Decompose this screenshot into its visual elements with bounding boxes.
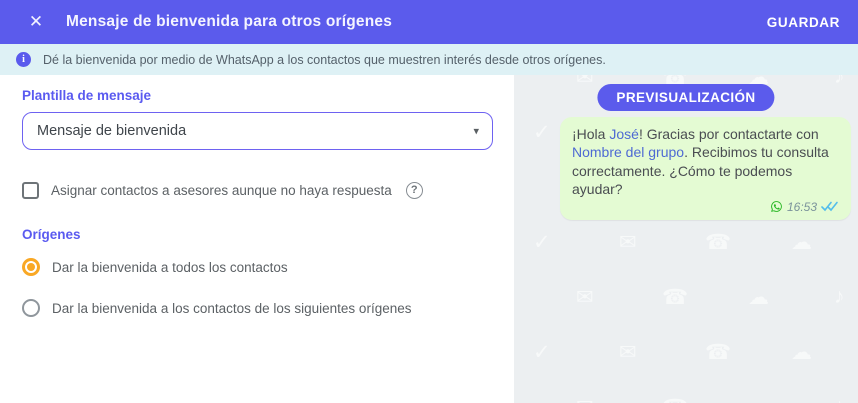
wallpaper-doodle-icon: ♪ [834, 75, 845, 88]
template-select-value: Mensaje de bienvenida [37, 123, 187, 139]
save-button[interactable]: GUARDAR [763, 0, 844, 44]
message-text: ! Gracias por contactarte con [638, 126, 819, 142]
radio-unselected-icon[interactable] [22, 299, 40, 317]
radio-selected-icon[interactable] [22, 258, 40, 276]
origin-option-all[interactable]: Dar la bienvenida a todos los contactos [22, 258, 288, 276]
wallpaper-doodle-icon: ✉ [619, 341, 637, 364]
wallpaper-doodle-icon: ✉ [619, 231, 637, 254]
chat-message-text: ¡Hola José! Gracias por contactarte con … [572, 125, 839, 199]
message-variable: Nombre del grupo [572, 144, 685, 161]
wallpaper-doodle-icon: ☎ [705, 231, 732, 254]
template-label: Plantilla de mensaje [22, 88, 152, 103]
question-circle-icon[interactable]: ? [405, 182, 423, 199]
wallpaper-doodle-icon: ♪ [834, 285, 845, 308]
modal-header: ✕ Mensaje de bienvenida para otros oríge… [0, 0, 858, 44]
wallpaper-doodle-icon: ♪ [834, 395, 845, 403]
template-select[interactable]: Mensaje de bienvenida ▾ [22, 112, 493, 150]
chat-bubble: ¡Hola José! Gracias por contactarte con … [560, 117, 851, 220]
wallpaper-doodle-icon: ✉ [576, 75, 594, 89]
wallpaper-doodle-icon: ☁ [748, 395, 769, 403]
double-check-icon [821, 202, 838, 212]
origin-option-specific-label: Dar la bienvenida a los contactos de los… [52, 300, 412, 316]
whatsapp-icon [771, 201, 782, 213]
origin-option-all-label: Dar la bienvenida a todos los contactos [52, 259, 288, 275]
wallpaper-doodle-icon: ☁ [748, 286, 769, 309]
assign-checkbox-row[interactable]: Asignar contactos a asesores aunque no h… [22, 182, 423, 199]
chat-message-meta: 16:53 [572, 200, 839, 214]
wallpaper-doodle-icon: ✉ [576, 286, 594, 309]
wallpaper-doodle-icon: ☁ [791, 341, 812, 364]
info-icon: i [16, 52, 31, 67]
info-banner-text: Dé la bienvenida por medio de WhatsApp a… [43, 52, 606, 67]
wallpaper-doodle-icon: ☁ [791, 231, 812, 254]
caret-down-icon: ▾ [473, 125, 479, 138]
settings-form-panel: Plantilla de mensaje Mensaje de bienveni… [0, 75, 514, 403]
message-variable: José [609, 126, 639, 142]
modal-title: Mensaje de bienvenida para otros orígene… [66, 13, 393, 30]
whatsapp-preview-panel: ✓✉☎☁♪⌂✓✉☎☁♪⌂✓✉☎☁♪⌂✓✉☎☁♪⌂✓✉☎☁♪⌂✓✉☎☁♪⌂✓✉☎☁… [514, 75, 858, 403]
assign-checkbox[interactable] [22, 182, 39, 199]
wallpaper-doodle-icon: ✓ [533, 341, 551, 364]
message-text: ¡Hola [572, 126, 610, 142]
preview-badge: PREVISUALIZACIÓN [597, 84, 775, 111]
wallpaper-doodle-icon: ☎ [662, 286, 689, 309]
info-banner: i Dé la bienvenida por medio de WhatsApp… [0, 44, 858, 75]
close-icon[interactable]: ✕ [26, 12, 46, 32]
message-timestamp: 16:53 [786, 199, 817, 214]
wallpaper-doodle-icon: ✓ [533, 231, 551, 254]
wallpaper-doodle-icon: ☎ [705, 341, 732, 364]
wallpaper-doodle-icon: ✉ [576, 395, 594, 403]
origin-option-specific[interactable]: Dar la bienvenida a los contactos de los… [22, 299, 411, 317]
wallpaper-doodle-icon: ✓ [533, 121, 551, 144]
wallpaper-doodle-icon: ☎ [662, 395, 688, 403]
origins-label: Orígenes [22, 227, 81, 242]
assign-checkbox-label: Asignar contactos a asesores aunque no h… [51, 183, 392, 198]
